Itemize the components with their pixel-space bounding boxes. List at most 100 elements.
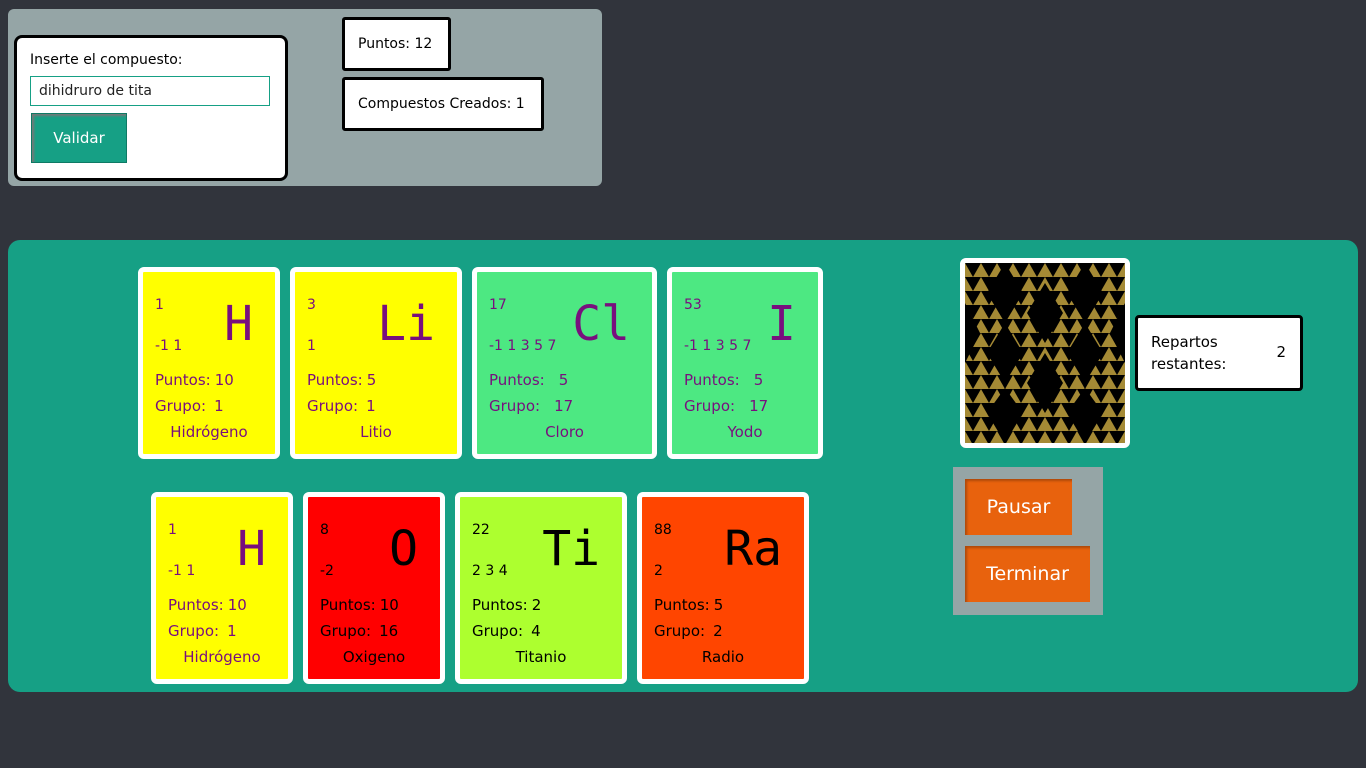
card-group: Grupo: 1 [168, 622, 237, 640]
valences: 2 3 4 [472, 563, 508, 579]
card-points-label: Puntos: [684, 371, 740, 389]
card-group-value: 1 [214, 397, 224, 415]
atomic-number: 1 [168, 522, 177, 538]
card-group-value: 4 [531, 622, 541, 640]
element-card-i[interactable]: 53 -1 1 3 5 7 I Puntos: 5 Grupo: 17 Yodo [667, 267, 823, 459]
pause-button[interactable]: Pausar [965, 479, 1072, 535]
card-points-label: Puntos: [155, 371, 211, 389]
element-symbol: Ra [724, 521, 782, 577]
element-card-li[interactable]: 3 1 Li Puntos: 5 Grupo: 1 Litio [290, 267, 462, 459]
card-group: Grupo: 1 [155, 397, 224, 415]
element-symbol: O [389, 521, 418, 577]
card-group-label: Grupo: [684, 397, 736, 415]
element-card-ti[interactable]: 22 2 3 4 Ti Puntos: 2 Grupo: 4 Titanio [455, 492, 627, 684]
card-group-label: Grupo: [320, 622, 372, 640]
card-group-value: 2 [713, 622, 723, 640]
compound-input[interactable] [30, 76, 270, 106]
card-group: Grupo: 17 [489, 397, 573, 415]
element-card-h[interactable]: 1 -1 1 H Puntos: 10 Grupo: 1 Hidrógeno [151, 492, 293, 684]
element-name: Cloro [545, 423, 584, 441]
element-name: Oxigeno [342, 648, 406, 666]
card-group-value: 17 [554, 397, 574, 415]
card-group-value: 16 [379, 622, 399, 640]
card-points-label: Puntos: [307, 371, 363, 389]
compound-input-panel: Inserte el compuesto: Validar [14, 35, 288, 181]
card-group-label: Grupo: [654, 622, 706, 640]
card-points-label: Puntos: [654, 596, 710, 614]
card-group-label: Grupo: [489, 397, 541, 415]
card-group: Grupo: 4 [472, 622, 541, 640]
card-points: Puntos: 5 [489, 371, 568, 389]
card-points-value: 10 [379, 596, 399, 614]
card-group-label: Grupo: [307, 397, 359, 415]
element-card-h[interactable]: 1 -1 1 H Puntos: 10 Grupo: 1 Hidrógeno [138, 267, 280, 459]
deck-pattern [965, 263, 1125, 443]
element-symbol: Cl [572, 296, 630, 352]
valences: -1 1 [155, 338, 183, 354]
card-points: Puntos: 10 [155, 371, 234, 389]
atomic-number: 53 [684, 297, 702, 313]
card-points-value: 10 [227, 596, 247, 614]
card-group: Grupo: 2 [654, 622, 723, 640]
card-points-label: Puntos: [320, 596, 376, 614]
element-name: Hidrógeno [170, 423, 248, 441]
atomic-number: 1 [155, 297, 164, 313]
card-points: Puntos: 5 [654, 596, 723, 614]
points-display: Puntos: 12 [342, 17, 451, 71]
remaining-deals: Repartos restantes: 2 [1135, 315, 1303, 391]
valences: 1 [307, 338, 316, 354]
card-points-value: 2 [531, 596, 542, 614]
card-deck[interactable] [960, 258, 1130, 448]
card-points-label: Puntos: [489, 371, 545, 389]
valences: -2 [320, 563, 334, 579]
card-points: Puntos: 10 [320, 596, 399, 614]
atomic-number: 3 [307, 297, 316, 313]
card-group-label: Grupo: [168, 622, 220, 640]
element-symbol: H [224, 296, 253, 352]
element-card-o[interactable]: 8 -2 O Puntos: 10 Grupo: 16 Oxigeno [303, 492, 445, 684]
card-group: Grupo: 1 [307, 397, 376, 415]
card-points: Puntos: 2 [472, 596, 541, 614]
finish-button[interactable]: Terminar [965, 546, 1090, 602]
card-group-value: 1 [366, 397, 376, 415]
remaining-deals-label: Repartos restantes: [1151, 333, 1227, 373]
element-name: Radio [701, 648, 745, 666]
element-card-ra[interactable]: 88 2 Ra Puntos: 5 Grupo: 2 Radio [637, 492, 809, 684]
element-symbol: I [767, 296, 796, 352]
valences: -1 1 [168, 563, 196, 579]
card-points-value: 5 [366, 371, 377, 389]
card-group-label: Grupo: [472, 622, 524, 640]
atomic-number: 8 [320, 522, 329, 538]
valences: 2 [654, 563, 663, 579]
element-symbol: Ti [542, 521, 600, 577]
card-points-label: Puntos: [472, 596, 528, 614]
card-points: Puntos: 5 [684, 371, 763, 389]
valences: -1 1 3 5 7 [489, 338, 557, 354]
card-points: Puntos: 10 [168, 596, 247, 614]
remaining-deals-count: 2 [1276, 343, 1286, 361]
card-group-label: Grupo: [155, 397, 207, 415]
compounds-text: Compuestos Creados: 1 [358, 96, 525, 112]
card-group-value: 17 [749, 397, 769, 415]
element-symbol: Li [377, 296, 435, 352]
valences: -1 1 3 5 7 [684, 338, 752, 354]
validate-button[interactable]: Validar [31, 113, 127, 163]
element-name: Yodo [727, 423, 763, 441]
card-points-value: 5 [753, 371, 764, 389]
atomic-number: 88 [654, 522, 672, 538]
compounds-display: Compuestos Creados: 1 [342, 77, 544, 131]
element-name: Titanio [515, 648, 567, 666]
atomic-number: 22 [472, 522, 490, 538]
card-points: Puntos: 5 [307, 371, 376, 389]
card-group-value: 1 [227, 622, 237, 640]
controls-panel: Pausar Terminar [953, 467, 1103, 615]
element-card-cl[interactable]: 17 -1 1 3 5 7 Cl Puntos: 5 Grupo: 17 Cloro [472, 267, 657, 459]
card-points-value: 10 [214, 371, 234, 389]
compound-input-label: Inserte el compuesto: [30, 52, 183, 68]
card-group: Grupo: 17 [684, 397, 768, 415]
element-symbol: H [237, 521, 266, 577]
element-name: Hidrógeno [183, 648, 261, 666]
card-points-value: 5 [713, 596, 724, 614]
card-points-label: Puntos: [168, 596, 224, 614]
points-text: Puntos: 12 [358, 36, 433, 52]
